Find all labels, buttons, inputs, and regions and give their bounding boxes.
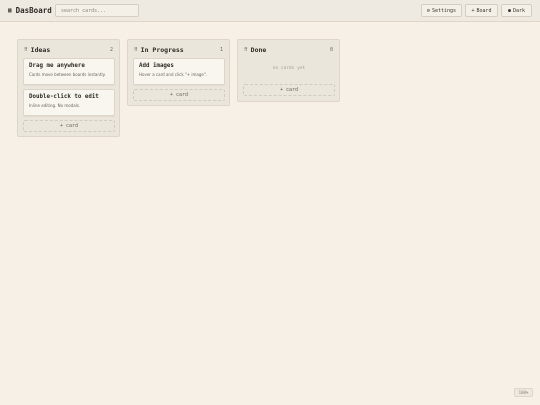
card-description: Inline editing. No modals. (29, 103, 81, 108)
column-title: In Progress (140, 46, 184, 54)
dark-label: Dark (512, 7, 526, 14)
dark-mode-button[interactable]: ● Dark (501, 4, 532, 17)
moon-icon: ● (507, 7, 511, 14)
settings-button[interactable]: ⚙ Settings (421, 4, 462, 17)
grid-icon: ▦ (8, 7, 12, 14)
app-brand: ▦ DasBoard (8, 6, 52, 15)
column-title: Ideas (30, 46, 51, 54)
card-count: 2 (109, 47, 113, 53)
column-title: Done (250, 46, 267, 54)
column-header: ⠿ Done 0 (244, 45, 333, 55)
empty-state-text: no cards yet (272, 66, 306, 71)
column-header: ⠿ In Progress 1 (134, 45, 223, 55)
column-header: ⠿ Ideas 2 (24, 45, 113, 55)
search-input[interactable] (55, 4, 139, 17)
add-card-button[interactable]: + card (243, 84, 335, 96)
card-title: Drag me anywhere (29, 63, 85, 69)
card-description: Cards move between boards instantly. (29, 72, 106, 77)
drag-handle-icon[interactable]: ⠿ (244, 47, 248, 53)
card-count: 0 (329, 47, 333, 53)
settings-label: Settings (431, 7, 457, 14)
gear-icon: ⚙ (426, 7, 430, 14)
column-in-progress[interactable]: ⠿ In Progress 1 Add images Hover a card … (127, 39, 230, 106)
add-card-button[interactable]: + card (23, 120, 115, 132)
app-title: DasBoard (15, 6, 52, 15)
card[interactable]: Drag me anywhere Cards move between boar… (23, 58, 115, 85)
card[interactable]: Double-click to edit Inline editing. No … (23, 89, 115, 116)
drag-handle-icon[interactable]: ⠿ (134, 47, 138, 53)
column-ideas[interactable]: ⠿ Ideas 2 Drag me anywhere Cards move be… (17, 39, 120, 137)
board-label: Board (476, 7, 492, 14)
plus-icon: + (471, 7, 475, 14)
column-done[interactable]: ⠿ Done 0 no cards yet + card (237, 39, 340, 102)
add-card-button[interactable]: + card (133, 89, 225, 101)
drag-handle-icon[interactable]: ⠿ (24, 47, 28, 53)
zoom-level[interactable]: 100% (514, 388, 533, 397)
card-title: Add images (139, 63, 174, 69)
card-description: Hover a card and click "+ image". (139, 72, 207, 77)
card-title: Double-click to edit (29, 94, 99, 100)
card-count: 1 (219, 47, 223, 53)
add-board-button[interactable]: + Board (465, 4, 498, 17)
top-bar: ▦ DasBoard ⚙ Settings + Board ● Dark (0, 0, 540, 22)
card[interactable]: Add images Hover a card and click "+ ima… (133, 58, 225, 85)
